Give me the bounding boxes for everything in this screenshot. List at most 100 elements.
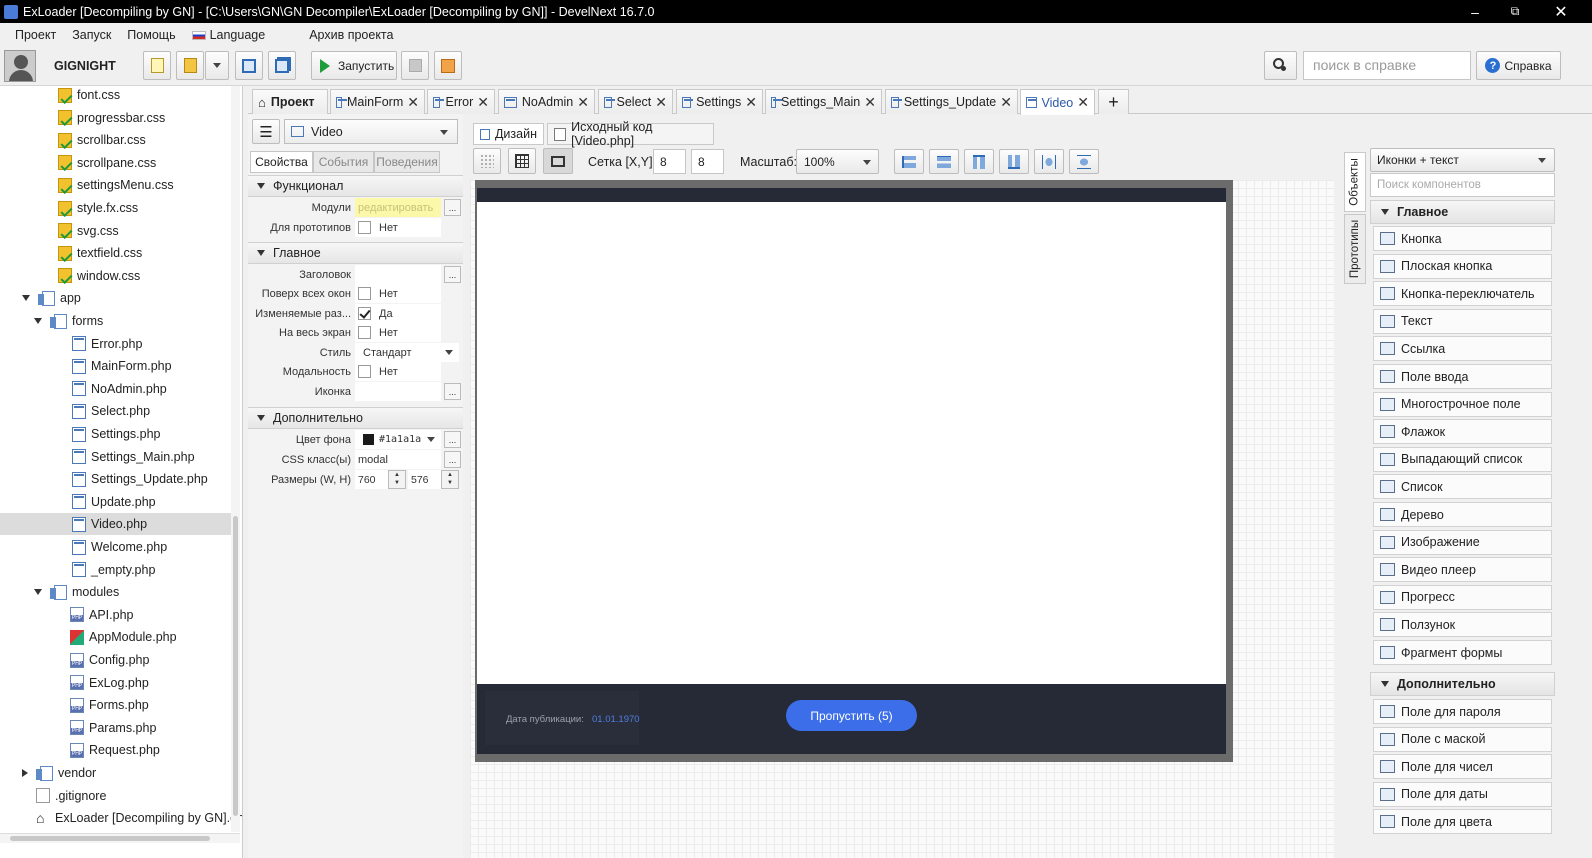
save-button[interactable] xyxy=(235,51,263,80)
palette-item[interactable]: Список xyxy=(1373,474,1552,500)
tree-item[interactable]: MainForm.php xyxy=(0,355,231,377)
tab-properties[interactable]: Свойства xyxy=(250,151,313,173)
palette-item[interactable]: Изображение xyxy=(1373,529,1552,555)
modules-edit-link[interactable]: редактировать xyxy=(355,198,441,217)
open-project-button[interactable] xyxy=(176,51,204,80)
tree-item[interactable]: .gitignore xyxy=(0,785,231,807)
help-button[interactable]: ? Справка xyxy=(1476,51,1561,80)
palette-item[interactable]: Многострочное поле xyxy=(1373,391,1552,417)
grid-x-input[interactable]: 8 xyxy=(653,149,686,174)
resizable-checkbox[interactable]: Да xyxy=(355,304,441,323)
palette-mode-select[interactable]: Иконки + текст xyxy=(1370,148,1555,172)
menu-language[interactable]: Language xyxy=(184,28,274,42)
tree-item[interactable]: Update.php xyxy=(0,491,231,513)
tab-mainform[interactable]: MainForm ✕ xyxy=(330,89,425,114)
run-button[interactable]: Запустить xyxy=(311,51,397,80)
tree-item[interactable]: Settings.php xyxy=(0,423,231,445)
add-tab-button[interactable]: + xyxy=(1098,89,1129,114)
palette-item[interactable]: Ссылка xyxy=(1373,336,1552,362)
tree-item[interactable]: scrollbar.css xyxy=(0,129,231,151)
collapsed-arrow-icon[interactable] xyxy=(22,769,28,777)
grid-button[interactable] xyxy=(508,148,536,174)
new-project-button[interactable] xyxy=(143,51,171,80)
align-center-button[interactable] xyxy=(929,149,959,174)
palette-item[interactable]: Поле для чисел xyxy=(1373,754,1552,780)
tab-source-code[interactable]: Исходный код [Video.php] xyxy=(547,120,714,148)
tree-item[interactable]: Error.php xyxy=(0,333,231,355)
tree-item[interactable]: settingsMenu.css xyxy=(0,174,231,196)
tree-item[interactable]: Welcome.php xyxy=(0,536,231,558)
close-icon[interactable]: ✕ xyxy=(864,94,876,111)
close-icon[interactable]: ✕ xyxy=(577,94,589,111)
tree-item[interactable]: font.css xyxy=(0,86,231,106)
menu-project[interactable]: Проект xyxy=(0,28,64,42)
tab-events[interactable]: События xyxy=(313,151,374,173)
prototypes-checkbox[interactable]: Нет xyxy=(355,218,441,237)
section-extra[interactable]: Дополнительно xyxy=(248,407,463,429)
tree-item[interactable]: forms xyxy=(0,310,231,332)
center-horizontal-button[interactable] xyxy=(1034,149,1064,174)
close-icon[interactable]: ✕ xyxy=(477,94,489,111)
tree-item[interactable]: AppModule.php xyxy=(0,626,231,648)
tree-item[interactable]: Settings_Update.php xyxy=(0,468,231,490)
palette-item[interactable]: Поле для даты xyxy=(1373,781,1552,807)
tab-noadmin[interactable]: NoAdmin ✕ xyxy=(498,89,595,114)
snap-dots-button[interactable] xyxy=(473,148,501,174)
css-class-field[interactable]: modal xyxy=(355,450,441,469)
tree-item[interactable]: window.css xyxy=(0,265,231,287)
palette-item[interactable]: Кнопка xyxy=(1373,226,1552,251)
close-icon[interactable]: ✕ xyxy=(655,94,667,111)
menu-help[interactable]: Помощь xyxy=(119,28,183,42)
expanded-arrow-icon[interactable] xyxy=(34,589,42,596)
tree-item[interactable]: Forms.php xyxy=(0,694,231,716)
style-select[interactable]: Стандарт xyxy=(355,343,459,362)
menu-toggle-button[interactable]: ☰ xyxy=(252,119,280,144)
palette-item[interactable]: Поле с маской xyxy=(1373,726,1552,752)
icon-field[interactable] xyxy=(355,382,441,401)
align-left-button[interactable] xyxy=(894,149,924,174)
palette-item[interactable]: Дерево xyxy=(1373,502,1552,527)
stepper-arrows-icon[interactable]: ▲ ▼ xyxy=(441,470,459,489)
expanded-arrow-icon[interactable] xyxy=(34,318,42,324)
maximize-button[interactable]: ⧉ xyxy=(1492,0,1538,23)
tab-design[interactable]: Дизайн xyxy=(473,123,544,145)
tree-item[interactable]: Request.php xyxy=(0,739,231,761)
palette-item[interactable]: Фрагмент формы xyxy=(1373,640,1552,665)
bgcolor-picker[interactable]: #1a1a1a xyxy=(355,430,441,449)
tree-item[interactable]: Settings_Main.php xyxy=(0,446,231,468)
title-more-button[interactable]: ... xyxy=(444,266,461,283)
tree-item[interactable]: Select.php xyxy=(0,400,231,422)
tree-vertical-scrollbar[interactable] xyxy=(231,86,240,832)
tree-item[interactable]: Video.php xyxy=(0,513,231,536)
palette-item[interactable]: Кнопка-переключатель xyxy=(1373,281,1552,307)
tree-item[interactable]: vendor xyxy=(0,762,231,784)
section-main[interactable]: Главное xyxy=(248,242,463,264)
icon-more-button[interactable]: ... xyxy=(444,383,461,400)
avatar[interactable] xyxy=(4,50,36,82)
tab-video[interactable]: Video ✕ xyxy=(1020,89,1095,115)
help-search-input[interactable]: поиск в справке xyxy=(1303,51,1471,80)
align-bottom-button[interactable] xyxy=(999,149,1029,174)
stepper-arrows-icon[interactable]: ▲ ▼ xyxy=(388,470,406,489)
menu-run[interactable]: Запуск xyxy=(64,28,119,42)
tree-item[interactable]: Config.php xyxy=(0,649,231,671)
palette-item[interactable]: Поле ввода xyxy=(1373,364,1552,389)
tree-item[interactable]: _empty.php xyxy=(0,559,231,581)
close-icon[interactable]: ✕ xyxy=(407,94,419,111)
build-button[interactable] xyxy=(434,51,462,80)
align-top-button[interactable] xyxy=(964,149,994,174)
palette-item[interactable]: Ползунок xyxy=(1373,612,1552,638)
scale-select[interactable]: 100% xyxy=(796,149,879,174)
width-stepper[interactable]: 760 ▲ ▼ xyxy=(355,470,406,489)
palette-item[interactable]: Прогресс xyxy=(1373,584,1552,610)
bgcolor-more-button[interactable]: ... xyxy=(444,431,461,448)
tree-item[interactable]: style.fx.css xyxy=(0,197,231,219)
group-extra[interactable]: Дополнительно xyxy=(1370,672,1555,696)
tab-behaviors[interactable]: Поведения xyxy=(374,151,440,173)
tree-item[interactable]: progressbar.css xyxy=(0,107,231,129)
tab-prototypes[interactable]: Прототипы xyxy=(1344,214,1366,284)
tab-settings[interactable]: Settings ✕ xyxy=(676,89,763,114)
tree-item[interactable]: modules xyxy=(0,581,231,603)
tab-objects[interactable]: Объекты xyxy=(1344,152,1366,212)
palette-item[interactable]: Поле для пароля xyxy=(1373,699,1552,724)
